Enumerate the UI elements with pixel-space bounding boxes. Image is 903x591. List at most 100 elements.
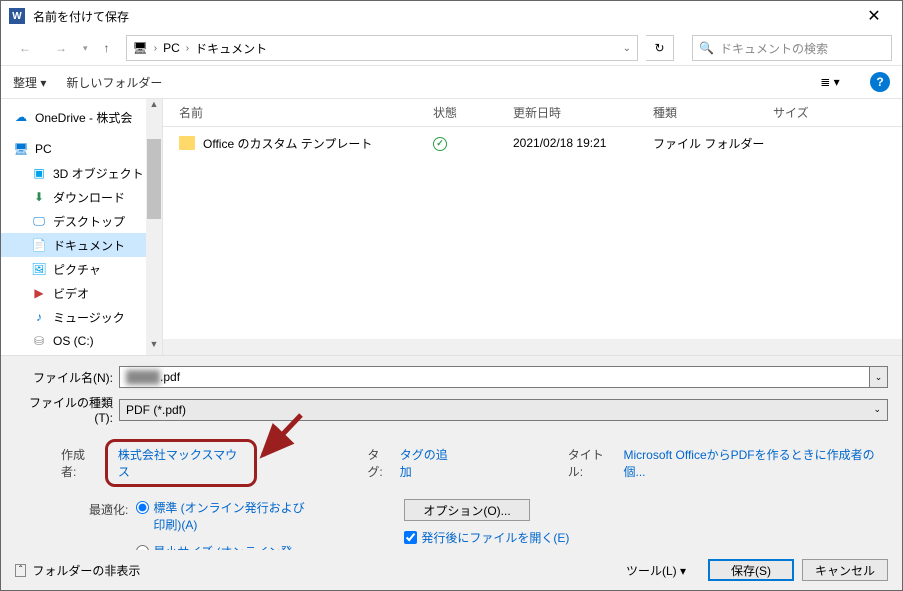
- open-after-label: 発行後にファイルを開く(E): [421, 529, 569, 546]
- radio-standard[interactable]: 標準 (オンライン発行および印刷)(A): [136, 499, 306, 533]
- tag-value[interactable]: タグの追加: [400, 446, 458, 480]
- tree-item-label: ダウンロード: [53, 189, 125, 206]
- tree-item-label: OneDrive - 株式会: [35, 109, 132, 126]
- file-list: 名前 状態 更新日時 種類 サイズ Office のカスタム テンプレート ✓ …: [163, 99, 902, 355]
- hide-folders-label: フォルダーの非表示: [32, 562, 140, 579]
- main-area: ☁ OneDrive - 株式会 🖥 PC ▣3D オブジェクト ⬇ ダウンロード 🖵 デスクト…: [1, 99, 902, 355]
- title-bar: W 名前を付けて保存 ✕: [1, 1, 902, 31]
- col-size[interactable]: サイズ: [773, 104, 853, 121]
- tree-item-label: ビデオ: [53, 285, 89, 302]
- chevron-icon: ›: [186, 43, 189, 54]
- tree-item-label: PC: [35, 142, 52, 156]
- options-button[interactable]: オプション(O)...: [404, 499, 529, 521]
- new-folder-button[interactable]: 新しいフォルダー: [66, 74, 162, 91]
- window-title: 名前を付けて保存: [33, 8, 854, 25]
- author-label: 作成者:: [61, 446, 99, 480]
- tree-item-drive[interactable]: ⛁OS (C:): [1, 329, 162, 353]
- meta-row: 作成者: 株式会社マックスマウス タグ: タグの追加 タイトル: Microso…: [15, 431, 888, 495]
- open-after-input[interactable]: [404, 531, 417, 544]
- tree-item-label: OS (C:): [53, 334, 94, 348]
- help-button[interactable]: ?: [870, 72, 890, 92]
- organize-menu[interactable]: 整理 ▾: [13, 74, 46, 91]
- breadcrumb[interactable]: 🖥 › PC › ドキュメント ⌄: [126, 35, 638, 61]
- search-icon: 🔍: [699, 41, 714, 55]
- chevron-down-icon: ⌄: [873, 404, 881, 415]
- tree-item-vid[interactable]: ▶ビデオ: [1, 281, 162, 305]
- footer: ˆ フォルダーの非表示 ツール(L) ▾ 保存(S) キャンセル: [1, 550, 902, 590]
- desktop-icon: 🖵: [31, 213, 47, 229]
- tree-item-label: デスクトップ: [53, 213, 125, 230]
- nav-bar: ← → ▾ ↑ 🖥 › PC › ドキュメント ⌄ ↻ 🔍 ドキュメントの検索: [1, 31, 902, 65]
- title-value[interactable]: Microsoft OfficeからPDFを作るときに作成者の個...: [624, 446, 889, 480]
- title-label: タイトル:: [568, 446, 618, 480]
- radio-standard-label: 標準 (オンライン発行および印刷)(A): [153, 499, 306, 533]
- filetype-value: PDF (*.pdf): [126, 403, 186, 417]
- view-button[interactable]: ≣ ▾: [810, 71, 850, 93]
- pc-icon: 🖥: [13, 141, 29, 157]
- breadcrumb-pc-icon: 🖥: [133, 41, 148, 55]
- pic-icon: 🖼: [31, 261, 47, 277]
- crumb-doc[interactable]: ドキュメント: [195, 40, 267, 57]
- close-button[interactable]: ✕: [854, 2, 894, 30]
- nav-history-dd[interactable]: ▾: [83, 43, 88, 54]
- item-name: Office のカスタム テンプレート: [203, 135, 372, 152]
- refresh-button[interactable]: ↻: [646, 35, 674, 61]
- filetype-select[interactable]: PDF (*.pdf) ⌄: [119, 399, 888, 421]
- search-placeholder: ドキュメントの検索: [720, 40, 828, 57]
- tree-item-label: ミュージック: [53, 309, 125, 326]
- chevron-down-icon[interactable]: ⌄: [623, 43, 631, 54]
- dl-icon: ⬇: [31, 189, 47, 205]
- nav-up[interactable]: ↑: [96, 37, 118, 59]
- tree-item-pic[interactable]: 🖼 ピクチャ: [1, 257, 162, 281]
- col-name[interactable]: 名前: [163, 104, 433, 121]
- tree-item-dl[interactable]: ⬇ ダウンロード: [1, 185, 162, 209]
- item-type: ファイル フォルダー: [653, 135, 773, 152]
- onedrive-icon: ☁: [13, 109, 29, 125]
- scroll-down-icon[interactable]: ▼: [146, 339, 162, 355]
- cancel-button[interactable]: キャンセル: [802, 559, 888, 581]
- filetype-label: ファイルの種類(T):: [15, 394, 119, 425]
- radio-standard-input[interactable]: [136, 501, 149, 514]
- folder-tree: ☁ OneDrive - 株式会 🖥 PC ▣3D オブジェクト ⬇ ダウンロード 🖵 デスクト…: [1, 99, 163, 355]
- word-icon: W: [9, 8, 25, 24]
- tree-item-pc[interactable]: 🖥 PC: [1, 137, 162, 161]
- col-type[interactable]: 種類: [653, 104, 773, 121]
- list-header: 名前 状態 更新日時 種類 サイズ: [163, 99, 902, 127]
- tree-item-onedrive[interactable]: ☁ OneDrive - 株式会: [1, 105, 162, 129]
- chevron-icon: ›: [154, 43, 157, 54]
- sync-ok-icon: ✓: [433, 137, 447, 151]
- tree-item-music[interactable]: ♪ ミュージック: [1, 305, 162, 329]
- folder-icon: [179, 136, 195, 150]
- tree-item-label: ドキュメント: [53, 237, 125, 254]
- list-scrollbar-h[interactable]: [163, 339, 902, 355]
- tree-item-3d[interactable]: ▣3D オブジェクト: [1, 161, 162, 185]
- list-item[interactable]: Office のカスタム テンプレート ✓ 2021/02/18 19:21 フ…: [163, 127, 902, 155]
- tree-item-label: ピクチャ: [53, 261, 101, 278]
- music-icon: ♪: [31, 309, 47, 325]
- crumb-pc[interactable]: PC: [163, 41, 180, 55]
- col-state[interactable]: 状態: [433, 104, 513, 121]
- author-highlight: 株式会社マックスマウス: [105, 439, 257, 487]
- nav-forward[interactable]: →: [47, 34, 75, 62]
- scroll-thumb[interactable]: [147, 139, 161, 219]
- tree-scrollbar[interactable]: ▲ ▼: [146, 99, 162, 355]
- col-date[interactable]: 更新日時: [513, 104, 653, 121]
- tools-menu[interactable]: ツール(L) ▾: [626, 562, 686, 579]
- optimize-label: 最適化:: [89, 499, 128, 518]
- save-button[interactable]: 保存(S): [708, 559, 794, 581]
- tree-item-doc[interactable]: 📄 ドキュメント: [1, 233, 162, 257]
- filename-input[interactable]: ████ .pdf: [119, 366, 870, 388]
- open-after-checkbox[interactable]: 発行後にファイルを開く(E): [404, 529, 569, 546]
- filename-ext: .pdf: [160, 370, 180, 384]
- hide-folders-toggle[interactable]: ˆ フォルダーの非表示: [15, 562, 140, 579]
- scroll-up-icon[interactable]: ▲: [146, 99, 162, 115]
- tag-label: タグ:: [367, 446, 393, 480]
- search-input[interactable]: 🔍 ドキュメントの検索: [692, 35, 892, 61]
- tree-item-desktop[interactable]: 🖵 デスクトップ: [1, 209, 162, 233]
- filename-dropdown[interactable]: ⌄: [870, 366, 888, 388]
- chevron-up-icon: ˆ: [15, 564, 26, 577]
- author-value[interactable]: 株式会社マックスマウス: [118, 448, 237, 479]
- nav-back[interactable]: ←: [11, 34, 39, 62]
- filename-redacted: ████: [126, 370, 160, 384]
- doc-icon: 📄: [31, 237, 47, 253]
